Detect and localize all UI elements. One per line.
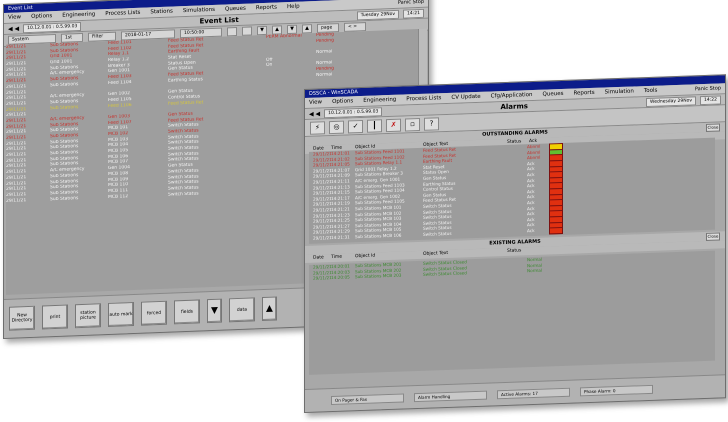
date-display: Wednesday 29Nov [646,95,697,107]
menu-item[interactable]: Tools [644,86,658,96]
node-field: 10.12.0.01 : 0.5.99.03 [324,106,383,118]
node-field: 10.12.0.01 : 0.5.99.03 [23,21,82,33]
ack-icon[interactable]: ✗ [386,118,401,132]
down-alt-icon[interactable]: ▼ [287,24,297,35]
command-button[interactable]: data [229,297,255,323]
back-icon[interactable]: ◀ ◀ [309,109,320,118]
menu-item[interactable]: View [8,12,21,23]
back-icon[interactable]: ◀ ◀ [8,24,19,33]
cell-date: 29/11/21 [313,234,331,241]
page-icon[interactable]: ▫ [405,117,420,131]
menu-item[interactable]: View [309,97,322,107]
cell-time: 14:20:05 [331,274,350,281]
existing-alarms-title: EXISTING ALARMS [489,238,541,247]
bell-icon[interactable]: ┃ [367,118,382,133]
menu-item[interactable]: Reports [256,2,277,13]
status-bar: On Pager & Fax Alarm Handling Active Alarm… [305,374,725,412]
help-icon[interactable]: ? [424,116,439,131]
up-alt-icon[interactable]: ▲ [302,24,312,34]
cell-obj: Sub Stations MCB 106 [355,232,402,240]
command-button[interactable]: fields [174,299,200,325]
menu-item[interactable]: CV Update [451,92,480,103]
menu-item[interactable]: Help [287,2,300,12]
menu-item[interactable]: Simulation [605,86,634,97]
menu-item[interactable]: Process Lists [105,8,140,19]
check-icon[interactable]: ✓ [348,119,363,133]
filter-toggle-1[interactable] [227,27,237,37]
command-button[interactable]: station picture [75,303,101,329]
menu-item[interactable]: Queues [543,89,564,100]
command-button[interactable]: auto mark [108,301,134,327]
menu-item[interactable]: Simulations [183,5,215,16]
menu-item[interactable]: Stations [150,6,172,17]
cell-tag: MCB 112 [108,193,129,200]
panic-stop-button[interactable]: Panic Stop [398,0,424,8]
menu-item[interactable]: Engineering [363,95,396,106]
existing-alarms-list: 29/11/21 14:20:01 Sub Stations MCB 201 Swit… [309,250,715,375]
time-display: 14:21 [403,8,424,19]
cell-area: Sub Stations [50,195,79,202]
status-field: Phase Alarm: 0 [580,384,653,396]
command-button[interactable]: New Directory [9,305,35,331]
binoculars-icon[interactable]: ◎ [329,120,344,134]
col-status[interactable]: Status [507,247,529,256]
down-icon[interactable]: ▼ [257,25,267,36]
menu-item[interactable]: Options [332,96,353,107]
cell-status: Ack [527,227,535,234]
alarm-window: DSSCA - WinSCADA View Options Engineering P… [304,74,726,414]
close-existing-button[interactable]: Close [706,232,720,241]
filter-down-icon[interactable]: ▼ [207,298,222,324]
menu-item[interactable]: Queues [225,4,246,15]
status-field: On Pager & Fax [331,393,404,405]
close-outstanding-button[interactable]: Close [706,123,720,132]
panic-stop-button[interactable]: Panic Stop [695,83,721,94]
col-time[interactable]: Time [331,253,355,262]
cell-obj: Sub Stations MCB 203 [355,272,402,280]
cell-date: 29/11/21 [6,197,27,204]
status-field: Alarm Handling [414,390,487,402]
menu-item[interactable]: Options [31,11,52,22]
menu-item[interactable]: Cfg/Application [491,90,533,101]
menu-item[interactable]: Engineering [62,9,95,20]
alert-icon[interactable]: ▲ [262,296,277,322]
cell-status: Normal [527,267,543,274]
time-display: 14:22 [700,94,721,105]
menu-item[interactable]: Reports [573,88,594,99]
filter-toggle-2[interactable] [242,26,252,36]
outstanding-alarms-title: OUTSTANDING ALARMS [482,129,548,138]
command-button[interactable]: print [42,304,68,330]
cell-time: 14:21:31 [331,234,350,240]
up-icon[interactable]: ▲ [272,25,282,35]
sign-icon[interactable]: ⚡ [310,120,325,135]
col-date[interactable]: Date [313,254,331,263]
ack-indicator[interactable] [549,227,563,235]
outstanding-alarms-list: 29/11/21 14:21:01 Sub Stations Feed 1101 Fe… [309,137,715,244]
status-field: Active Alarms: 17 [497,387,570,399]
command-button[interactable]: forced [141,300,167,326]
date-display: Tuesday 29Nov [356,9,400,20]
menu-item[interactable]: Process Lists [406,93,441,104]
cell-date: 29/11/21 [313,275,331,281]
